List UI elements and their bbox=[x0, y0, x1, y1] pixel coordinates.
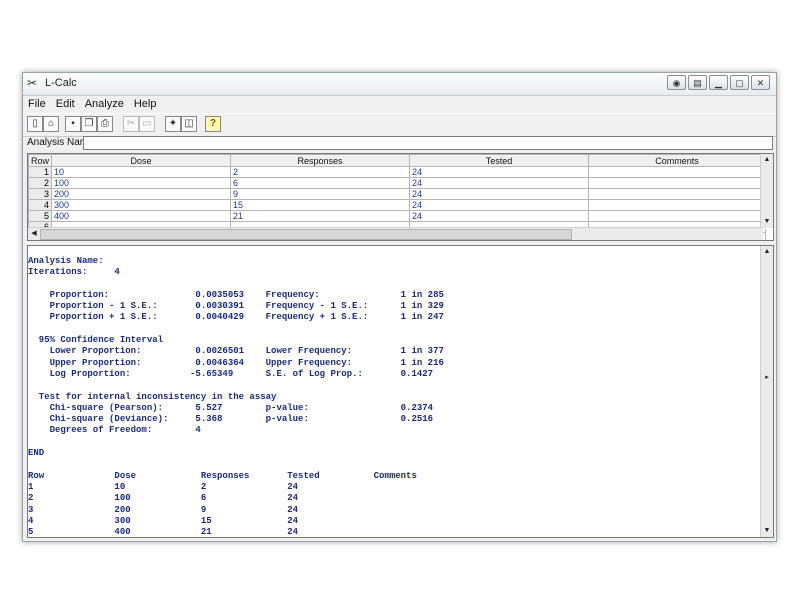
dose-cell[interactable]: 400 bbox=[51, 210, 232, 222]
app-window: ✂ L-Calc ◉ ▤ ▁ ▢ ✕ File Edit Analyze Help ▯… bbox=[22, 72, 777, 542]
responses-cell[interactable]: 6 bbox=[230, 177, 411, 189]
header-row: Row Dose Responses Tested Comments bbox=[28, 154, 767, 167]
menu-edit[interactable]: Edit bbox=[51, 96, 80, 112]
window-title: L-Calc bbox=[45, 77, 77, 89]
title-bar[interactable]: ✂ L-Calc ◉ ▤ ▁ ▢ ✕ bbox=[23, 73, 776, 96]
dose-cell[interactable]: 300 bbox=[51, 199, 232, 211]
responses-cell[interactable]: 15 bbox=[230, 199, 411, 211]
eye-icon[interactable]: ◉ bbox=[667, 75, 686, 90]
grid-vertical-scrollbar[interactable]: ▲ ▼ bbox=[760, 154, 773, 228]
open-icon[interactable]: ⌂ bbox=[43, 116, 59, 132]
save-icon[interactable]: ▪ bbox=[65, 116, 81, 132]
menu-help[interactable]: Help bbox=[129, 96, 162, 112]
app-logo-icon: ✂ bbox=[27, 76, 38, 90]
table-row: 4 300 15 24 bbox=[28, 199, 767, 211]
maximize-icon[interactable]: ▢ bbox=[730, 75, 749, 90]
header-tested[interactable]: Tested bbox=[409, 154, 590, 167]
table-row: 1 10 2 24 bbox=[28, 166, 767, 178]
copy-icon[interactable]: ❐ bbox=[81, 116, 97, 132]
scroll-down-icon[interactable]: ▼ bbox=[761, 525, 773, 537]
comments-cell[interactable] bbox=[588, 177, 767, 189]
toolbar: ▯ ⌂ ▪ ❐ ⎙ ✂ ▭ ✦ ◫ ? bbox=[23, 113, 776, 137]
scroll-left-icon[interactable]: ◀ bbox=[28, 228, 40, 240]
responses-cell[interactable]: 9 bbox=[230, 188, 411, 200]
data-grid: Row Dose Responses Tested Comments 1 10 … bbox=[27, 153, 774, 241]
responses-cell[interactable]: 2 bbox=[230, 166, 411, 178]
row-number[interactable]: 2 bbox=[28, 177, 53, 189]
comments-cell[interactable] bbox=[588, 199, 767, 211]
header-dose[interactable]: Dose bbox=[51, 154, 232, 167]
header-responses[interactable]: Responses bbox=[230, 154, 411, 167]
dose-cell[interactable]: 10 bbox=[51, 166, 232, 178]
menu-analyze[interactable]: Analyze bbox=[80, 96, 129, 112]
grid-horizontal-scrollbar[interactable]: ◀ bbox=[28, 227, 763, 240]
windows-icon[interactable]: ◫ bbox=[181, 116, 197, 132]
menu-file[interactable]: File bbox=[23, 96, 51, 112]
table-row: 5 400 21 24 bbox=[28, 210, 767, 222]
analysis-name-input[interactable] bbox=[83, 136, 773, 150]
dose-cell[interactable]: 200 bbox=[51, 188, 232, 200]
output-text: Analysis Name: Iterations: 4 Proportion:… bbox=[28, 256, 444, 538]
tested-cell[interactable]: 24 bbox=[409, 210, 590, 222]
tested-cell[interactable]: 24 bbox=[409, 188, 590, 200]
help-icon[interactable]: ? bbox=[205, 116, 221, 132]
output-vertical-scrollbar[interactable]: ▲ ▸ ▼ bbox=[760, 246, 773, 537]
print-icon[interactable]: ⎙ bbox=[97, 116, 113, 132]
row-number[interactable]: 4 bbox=[28, 199, 53, 211]
scroll-up-icon[interactable]: ▲ bbox=[761, 246, 773, 258]
wand-icon[interactable]: ✦ bbox=[165, 116, 181, 132]
row-number[interactable]: 5 bbox=[28, 210, 53, 222]
window-controls: ◉ ▤ ▁ ▢ ✕ bbox=[667, 75, 770, 90]
tested-cell[interactable]: 24 bbox=[409, 166, 590, 178]
new-icon[interactable]: ▯ bbox=[27, 116, 43, 132]
scroll-thumb[interactable] bbox=[40, 229, 572, 240]
dose-cell[interactable]: 100 bbox=[51, 177, 232, 189]
tested-cell[interactable]: 24 bbox=[409, 177, 590, 189]
comments-cell[interactable] bbox=[588, 210, 767, 222]
analysis-name-bar: Analysis Name: bbox=[23, 136, 776, 151]
paste-icon[interactable]: ▭ bbox=[139, 116, 155, 132]
header-comments[interactable]: Comments bbox=[588, 154, 767, 167]
cut-icon[interactable]: ✂ bbox=[123, 116, 139, 132]
comments-cell[interactable] bbox=[588, 166, 767, 178]
row-number[interactable]: 3 bbox=[28, 188, 53, 200]
scroll-thumb-grip-icon[interactable]: ▸ bbox=[761, 372, 773, 384]
tested-cell[interactable]: 24 bbox=[409, 199, 590, 211]
save-icon[interactable]: ▤ bbox=[688, 75, 707, 90]
responses-cell[interactable]: 21 bbox=[230, 210, 411, 222]
comments-cell[interactable] bbox=[588, 188, 767, 200]
table-row: 3 200 9 24 bbox=[28, 188, 767, 200]
menu-bar: File Edit Analyze Help bbox=[23, 96, 776, 112]
output-pane[interactable]: Analysis Name: Iterations: 4 Proportion:… bbox=[27, 245, 774, 538]
table-row: 2 100 6 24 bbox=[28, 177, 767, 189]
row-number[interactable]: 1 bbox=[28, 166, 53, 178]
header-row-label[interactable]: Row bbox=[28, 154, 53, 167]
close-icon[interactable]: ✕ bbox=[751, 75, 770, 90]
scroll-up-icon[interactable]: ▲ bbox=[761, 154, 773, 166]
minimize-icon[interactable]: ▁ bbox=[709, 75, 728, 90]
